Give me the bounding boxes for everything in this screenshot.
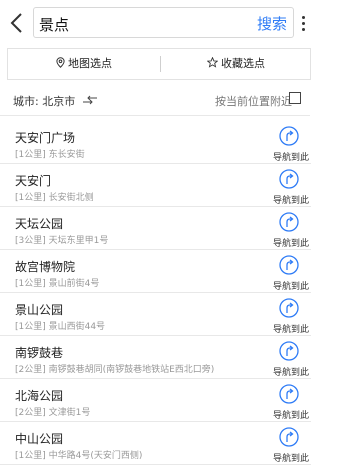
star-icon — [206, 56, 219, 68]
navigate-here-label: 导航到此 — [273, 454, 310, 464]
search-input[interactable]: 景点 搜索 — [33, 7, 294, 38]
navigation-icon — [279, 427, 299, 447]
place-distance-address: [1公里] 景山前街4号 — [15, 279, 100, 289]
list-item[interactable]: 中山公园 [1公里] 中华路4号(天安门西侧) 导航到此 — [0, 423, 311, 465]
navigate-here-button[interactable]: 导航到此 — [270, 384, 310, 421]
results-list: 天安门广场 [1公里] 东长安街 导航到此 天安门 [1公里] 长安街北侧 导航到此 天坛公… — [0, 122, 311, 466]
navigate-here-label: 导航到此 — [273, 325, 310, 335]
navigation-icon — [279, 341, 299, 361]
back-arrow-icon[interactable] — [8, 12, 26, 34]
navigation-icon — [279, 212, 299, 232]
list-item[interactable]: 南锣鼓巷 [2公里] 南锣鼓巷胡同(南锣鼓巷地铁站E西北口旁) 导航到此 — [0, 337, 311, 379]
select-options-bar: 地图选点 收藏选点 — [7, 48, 311, 80]
navigation-icon — [279, 255, 299, 275]
place-name: 故宫博物院 — [15, 260, 76, 274]
place-distance-address: [1公里] 长安街北侧 — [15, 193, 94, 203]
place-distance-address: [2公里] 文津街1号 — [15, 408, 91, 418]
nearby-label: 按当前位置附近 — [215, 95, 292, 108]
navigate-here-label: 导航到此 — [273, 411, 310, 421]
search-button[interactable]: 搜索 — [257, 13, 287, 34]
place-distance-address: [1公里] 东长安街 — [15, 150, 85, 160]
navigate-here-label: 导航到此 — [273, 153, 310, 163]
navigate-here-label: 导航到此 — [273, 368, 310, 378]
place-name: 景山公园 — [15, 303, 64, 317]
top-bar: 景点 搜索 — [0, 0, 339, 46]
navigate-here-button[interactable]: 导航到此 — [270, 341, 310, 378]
navigate-here-label: 导航到此 — [273, 282, 310, 292]
favorite-select-label: 收藏选点 — [221, 57, 265, 70]
navigation-icon — [279, 298, 299, 318]
city-row: 城市: 北京市 按当前位置附近 — [0, 86, 310, 116]
navigate-here-button[interactable]: 导航到此 — [270, 169, 310, 206]
navigate-here-button[interactable]: 导航到此 — [270, 126, 310, 163]
place-name: 天安门 — [15, 174, 52, 188]
location-pin-icon — [56, 57, 65, 68]
place-name: 南锣鼓巷 — [15, 346, 64, 360]
nearby-checkbox[interactable] — [289, 92, 301, 104]
navigate-here-label: 导航到此 — [273, 239, 310, 249]
favorite-select-button[interactable]: 收藏选点 — [161, 49, 311, 79]
navigation-icon — [279, 126, 299, 146]
place-name: 天安门广场 — [15, 131, 76, 145]
navigation-icon — [279, 384, 299, 404]
list-item[interactable]: 天安门广场 [1公里] 东长安街 导航到此 — [0, 122, 311, 164]
place-name: 天坛公园 — [15, 217, 64, 231]
list-item[interactable]: 景山公园 [1公里] 景山西街44号 导航到此 — [0, 294, 311, 336]
more-menu-icon[interactable] — [302, 16, 306, 32]
list-item[interactable]: 天坛公园 [3公里] 天坛东里甲1号 导航到此 — [0, 208, 311, 250]
place-distance-address: [1公里] 景山西街44号 — [15, 322, 106, 332]
map-select-button[interactable]: 地图选点 — [8, 49, 160, 79]
place-name: 中山公园 — [15, 432, 64, 446]
place-distance-address: [3公里] 天坛东里甲1号 — [15, 236, 109, 246]
navigate-here-button[interactable]: 导航到此 — [270, 298, 310, 335]
list-item[interactable]: 北海公园 [2公里] 文津街1号 导航到此 — [0, 380, 311, 422]
list-item[interactable]: 故宫博物院 [1公里] 景山前街4号 导航到此 — [0, 251, 311, 293]
map-select-label: 地图选点 — [68, 57, 112, 70]
city-label: 城市: 北京市 — [13, 95, 76, 108]
list-item[interactable]: 天安门 [1公里] 长安街北侧 导航到此 — [0, 165, 311, 207]
navigate-here-label: 导航到此 — [273, 196, 310, 206]
place-distance-address: [2公里] 南锣鼓巷胡同(南锣鼓巷地铁站E西北口旁) — [15, 365, 215, 375]
navigation-icon — [279, 169, 299, 189]
navigate-here-button[interactable]: 导航到此 — [270, 212, 310, 249]
navigate-here-button[interactable]: 导航到此 — [270, 255, 310, 292]
switch-city-icon[interactable] — [82, 95, 98, 105]
navigate-here-button[interactable]: 导航到此 — [270, 427, 310, 464]
search-value[interactable]: 景点 — [39, 14, 69, 35]
place-name: 北海公园 — [15, 389, 64, 403]
place-distance-address: [1公里] 中华路4号(天安门西侧) — [15, 451, 143, 461]
